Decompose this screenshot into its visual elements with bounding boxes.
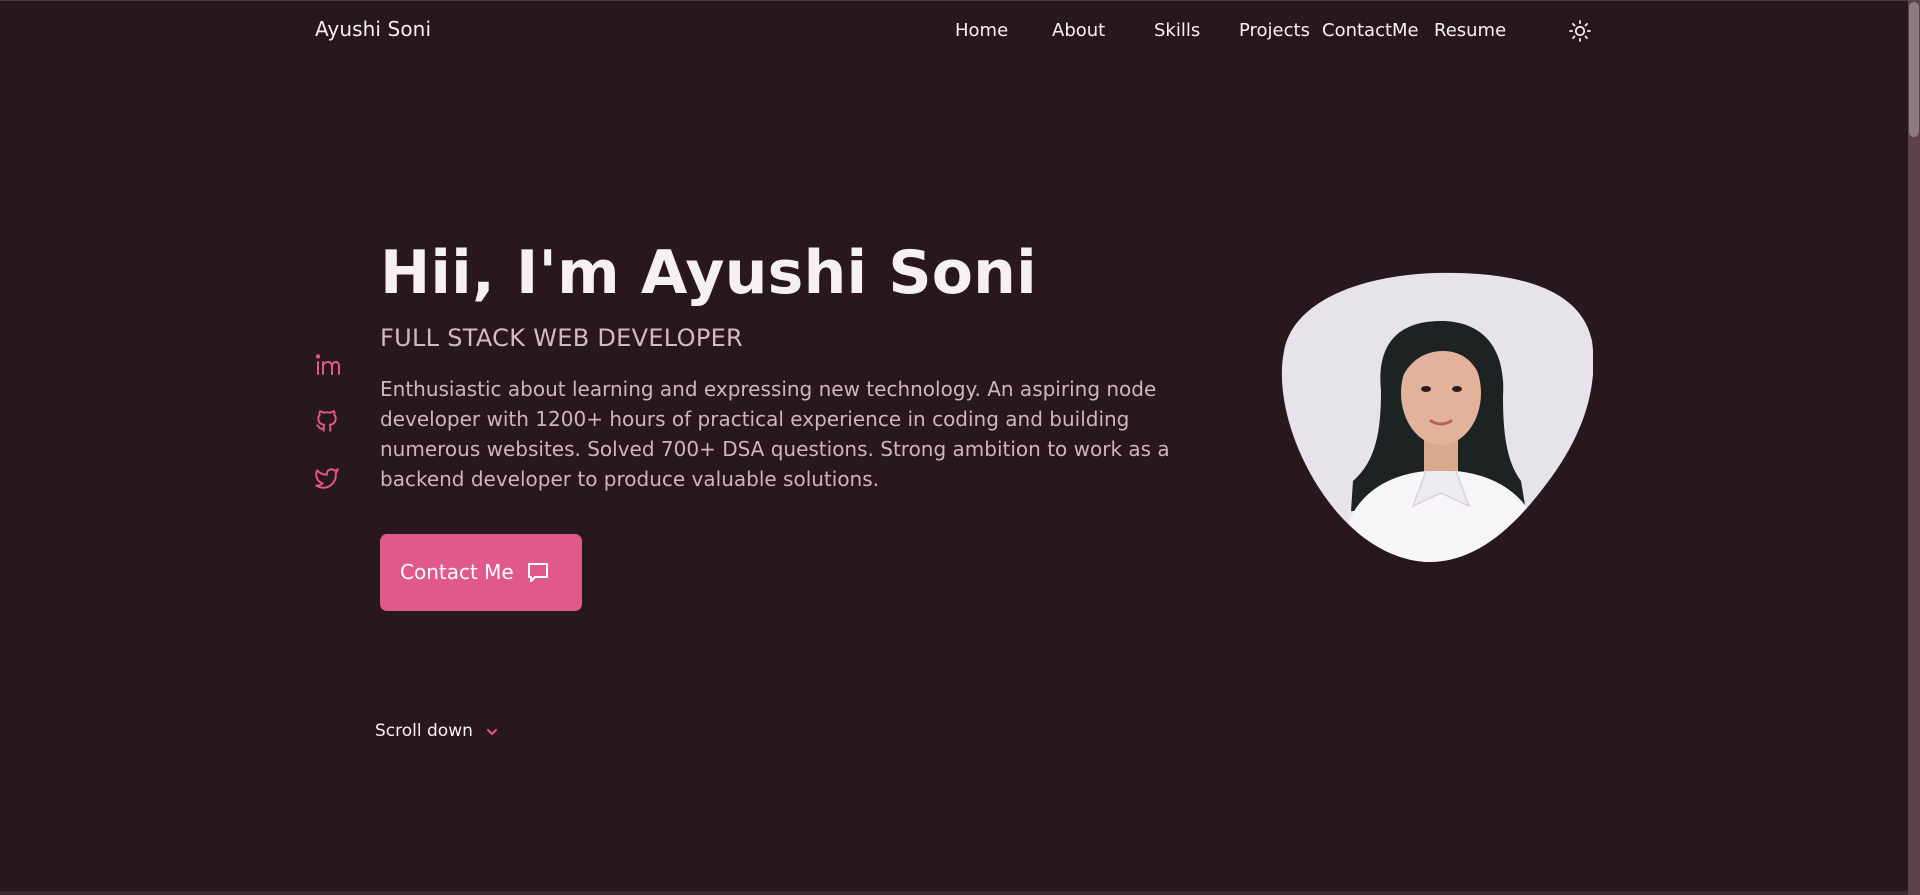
twitter-icon <box>315 468 339 489</box>
message-icon <box>528 563 548 582</box>
nav-resume[interactable]: Resume <box>1434 20 1506 41</box>
header: Ayushi Soni Home About Skills Projects C… <box>0 0 1908 62</box>
brand-logo[interactable]: Ayushi Soni <box>315 17 431 41</box>
scrollbar-thumb[interactable] <box>1909 2 1919 137</box>
page: Ayushi Soni Home About Skills Projects C… <box>0 0 1920 895</box>
hero-subtitle: FULL STACK WEB DEVELOPER <box>380 324 744 352</box>
scroll-down-label: Scroll down <box>375 721 473 741</box>
twitter-link[interactable] <box>314 465 340 491</box>
contact-me-label: Contact Me <box>400 560 514 584</box>
bottom-divider <box>0 891 1908 895</box>
contact-me-button[interactable]: Contact Me <box>380 534 582 611</box>
nav-skills[interactable]: Skills <box>1154 20 1200 41</box>
linkedin-link[interactable] <box>314 352 340 378</box>
page-scrollbar[interactable] <box>1908 0 1920 895</box>
profile-photo <box>1281 272 1593 563</box>
nav-about[interactable]: About <box>1052 20 1105 41</box>
theme-toggle-button[interactable] <box>1568 19 1592 43</box>
nav-projects[interactable]: Projects <box>1239 20 1310 41</box>
nav-home[interactable]: Home <box>955 20 1008 41</box>
sun-icon <box>1569 20 1591 42</box>
chevron-down-icon <box>487 729 497 735</box>
linkedin-icon <box>315 354 340 375</box>
github-icon <box>316 410 337 432</box>
nav-contactme[interactable]: ContactMe <box>1322 20 1419 41</box>
hero-title: Hii, I'm Ayushi Soni <box>380 238 1037 308</box>
github-link[interactable] <box>314 408 340 434</box>
hero-description: Enthusiastic about learning and expressi… <box>380 377 1170 491</box>
